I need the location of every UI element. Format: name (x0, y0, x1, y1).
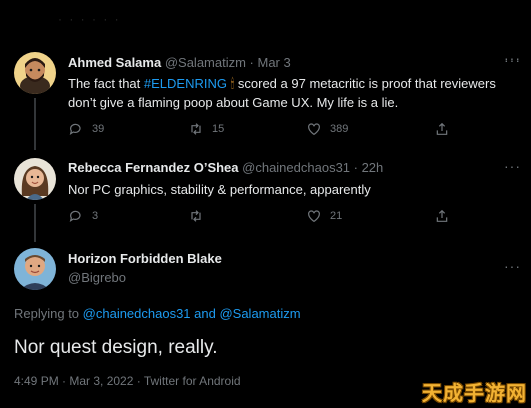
heart-icon (308, 210, 320, 223)
retweet-icon (191, 123, 201, 135)
avatar-rebecca[interactable] (14, 158, 56, 200)
retweet-button[interactable]: 15 (188, 121, 224, 137)
reply-button[interactable]: 3 (68, 208, 98, 224)
like-button[interactable]: 21 (306, 208, 342, 224)
main-author-name[interactable]: Horizon Forbidden Blake (68, 251, 222, 266)
tweet-actions: 39 15 389 (68, 121, 468, 139)
like-button[interactable]: 389 (306, 121, 348, 137)
tweet-text-before: The fact that (68, 76, 144, 91)
replying-prefix: Replying to (14, 306, 83, 321)
tweet-actions: 3 21 (68, 208, 468, 226)
watermark: 天成手游网 (422, 383, 527, 405)
tweet-header: Ahmed Salama @Salamatizm · Mar 3 (68, 55, 291, 70)
author-handle[interactable]: @Salamatizm · Mar 3 (165, 55, 291, 70)
author-name[interactable]: Ahmed Salama (68, 55, 161, 70)
thread-line (34, 204, 36, 242)
tweet-text: The fact that #ELDENRING 🕯 scored a 97 m… (68, 74, 508, 112)
main-author-handle[interactable]: @Bigrebo (68, 270, 126, 285)
tweet-timestamp[interactable]: 4:49 PM · Mar 3, 2022 · Twitter for Andr… (14, 374, 241, 388)
reply-count: 3 (92, 210, 99, 222)
replying-to: Replying to @chainedchaos31 and @Salamat… (14, 306, 301, 321)
retweet-count: 15 (212, 123, 225, 135)
thread-line (34, 98, 36, 150)
heart-icon (308, 123, 320, 136)
more-dots-icon[interactable]: ··· (504, 158, 521, 174)
tweet-rebecca[interactable]: Rebecca Fernandez O’Shea @chainedchaos31… (0, 150, 531, 242)
more-dots-icon[interactable]: ··· (504, 52, 521, 68)
reply-icon (69, 210, 81, 222)
share-button[interactable] (434, 208, 450, 224)
like-count: 21 (330, 210, 343, 222)
main-tweet-text: Nor quest design, really. (14, 337, 218, 358)
avatar-horizon[interactable] (14, 248, 56, 290)
reply-button[interactable]: 39 (68, 121, 104, 137)
tweet-text: Nor PC graphics, stability & performance… (68, 182, 371, 197)
tweet-ahmed[interactable]: Ahmed Salama @Salamatizm · Mar 3 ··· The… (0, 0, 531, 150)
retweet-icon (191, 210, 201, 222)
share-button[interactable] (434, 121, 450, 137)
retweet-button[interactable] (188, 208, 212, 224)
hashtag-link[interactable]: #ELDENRING (144, 76, 227, 91)
reply-icon (69, 123, 81, 135)
like-count: 389 (330, 123, 349, 135)
share-icon (436, 122, 448, 135)
mention-links[interactable]: @chainedchaos31 and @Salamatizm (83, 306, 301, 321)
author-handle[interactable]: @chainedchaos31 · 22h (242, 160, 383, 175)
more-dots-icon[interactable]: ··· (504, 258, 521, 274)
tweet-header: Rebecca Fernandez O’Shea @chainedchaos31… (68, 160, 383, 175)
avatar-ahmed[interactable] (14, 52, 56, 94)
author-name[interactable]: Rebecca Fernandez O’Shea (68, 160, 239, 175)
share-icon (436, 209, 448, 222)
reply-count: 39 (92, 123, 105, 135)
